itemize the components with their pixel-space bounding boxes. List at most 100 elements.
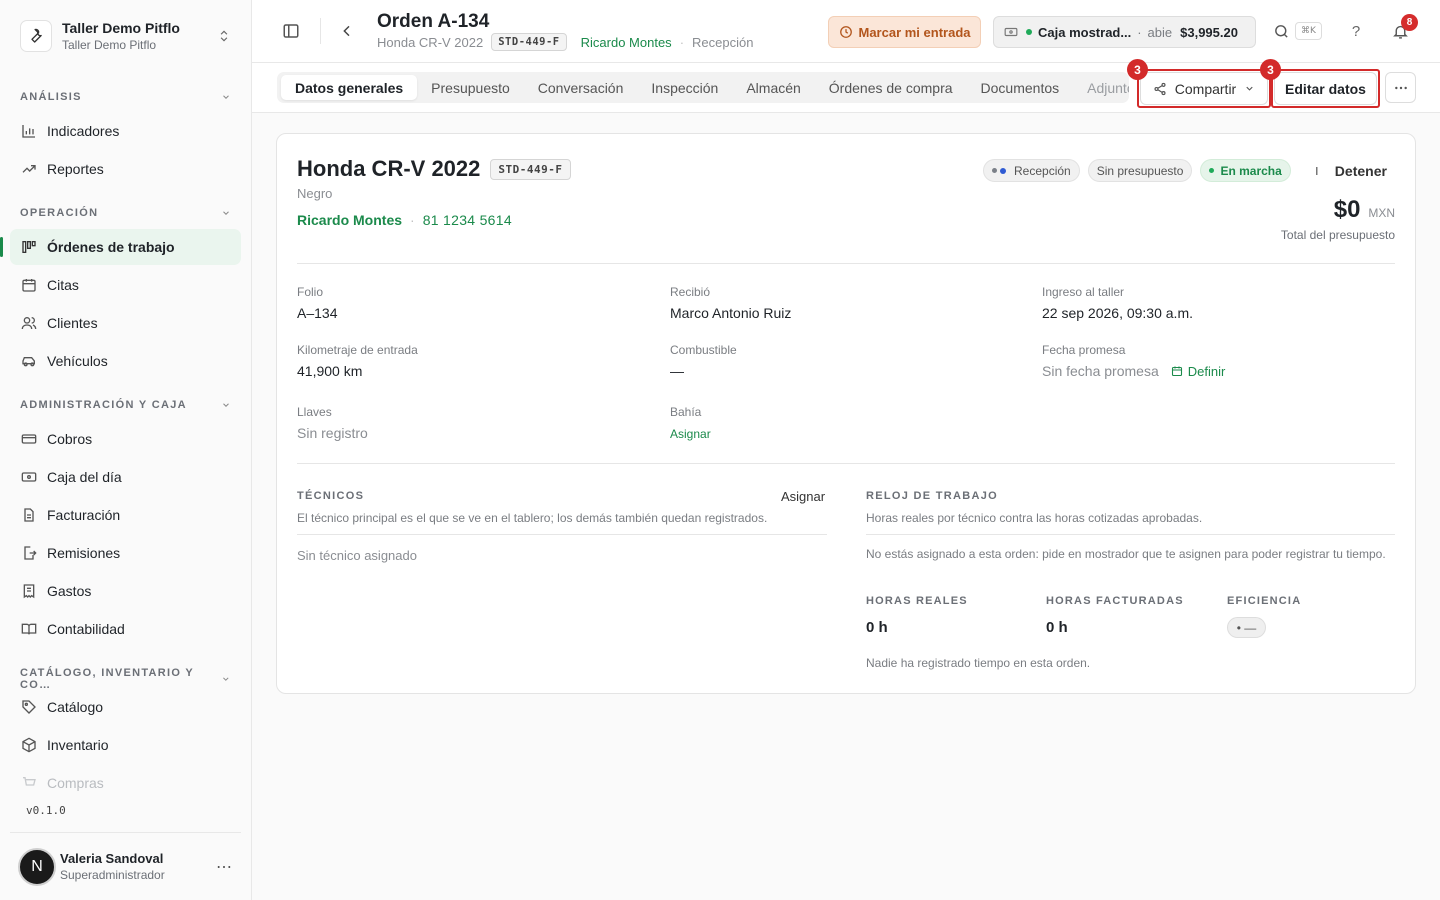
sidebar-toggle-icon[interactable] <box>276 16 306 46</box>
bar-chart-icon <box>20 123 37 140</box>
field-label: Ingreso al taller <box>1042 285 1125 299</box>
section-catalogo[interactable]: CATÁLOGO, INVENTARIO Y CO… <box>20 667 231 691</box>
sidebar: Taller Demo Pitflo Taller Demo Pitflo AN… <box>0 0 252 900</box>
plate-badge: STD-449-F <box>491 33 567 51</box>
phone-link[interactable]: 81 1234 5614 <box>423 212 512 228</box>
more-horizontal-icon[interactable] <box>1385 72 1416 103</box>
tab-documentos[interactable]: Documentos <box>967 75 1074 100</box>
wrench-icon <box>20 20 52 52</box>
stat-efficiency: EFICIENCIA • — <box>1227 595 1301 638</box>
mark-entry-button[interactable]: Marcar mi entrada <box>828 16 981 48</box>
cash-register-selector[interactable]: Caja mostrad... abie $3,995.20 <box>993 16 1256 48</box>
search-icon[interactable] <box>1266 16 1296 46</box>
sidebar-item-contabilidad[interactable]: Contabilidad <box>10 611 241 647</box>
stat-real-hours: HORAS REALES 0 h <box>866 595 968 636</box>
share-button[interactable]: Compartir <box>1140 72 1268 105</box>
divider <box>297 263 1395 264</box>
calendar-icon <box>20 277 37 294</box>
sidebar-item-inventario[interactable]: Inventario <box>10 727 241 763</box>
more-horizontal-icon[interactable]: ⋯ <box>216 857 233 877</box>
sidebar-item-label: Compras <box>47 775 104 791</box>
clock-notice: No estás asignado a esta orden: pide en … <box>866 547 1386 561</box>
stop-button[interactable]: Detener <box>1313 163 1387 179</box>
technicians-empty: Sin técnico asignado <box>297 548 417 563</box>
field-bahia: Bahía Asignar <box>670 405 711 441</box>
field-value: Sin registro <box>297 425 368 441</box>
field-label: Combustible <box>670 343 737 357</box>
tab-conversacion[interactable]: Conversación <box>524 75 638 100</box>
sidebar-item-caja[interactable]: Caja del día <box>10 459 241 495</box>
sidebar-item-label: Indicadores <box>47 123 120 139</box>
user-role: Superadministrador <box>60 868 165 882</box>
section-analisis[interactable]: ANÁLISIS <box>20 91 231 103</box>
sidebar-item-facturacion[interactable]: Facturación <box>10 497 241 533</box>
sidebar-item-label: Citas <box>47 277 79 293</box>
field-folio: Folio A–134 <box>297 285 337 321</box>
assign-bay-link[interactable]: Asignar <box>670 427 711 441</box>
running-badge: En marcha <box>1200 159 1291 182</box>
user-name: Valeria Sandoval <box>60 851 164 866</box>
vehicle-color: Negro <box>297 186 333 201</box>
sidebar-item-compras[interactable]: Compras <box>10 765 241 801</box>
chevron-down-icon <box>223 95 229 99</box>
tab-datos-generales[interactable]: Datos generales <box>281 75 418 100</box>
sidebar-item-label: Remisiones <box>47 545 121 561</box>
page-title: Orden A-134 <box>377 11 490 32</box>
tab-ordenes-compra[interactable]: Órdenes de compra <box>815 75 967 100</box>
cash-register-status: abie <box>1137 25 1173 40</box>
sidebar-item-label: Gastos <box>47 583 92 599</box>
sidebar-item-citas[interactable]: Citas <box>10 267 241 303</box>
tab-adjuntos[interactable]: Adjuntos <box>1073 75 1129 100</box>
field-fecha-promesa: Fecha promesa Sin fecha promesa Definir <box>1042 343 1225 379</box>
vehicle-contact: Ricardo Montes · 81 1234 5614 <box>297 212 512 228</box>
tab-presupuesto[interactable]: Presupuesto <box>417 75 524 100</box>
breadcrumb-stage: Recepción <box>692 34 754 50</box>
clock-description: Horas reales por técnico contra las hora… <box>866 511 1203 525</box>
divider <box>297 463 1395 464</box>
field-value: — <box>670 363 684 379</box>
sidebar-item-clientes[interactable]: Clientes <box>10 305 241 341</box>
tab-inspeccion[interactable]: Inspección <box>637 75 732 100</box>
sidebar-item-label: Facturación <box>47 507 121 523</box>
user-menu[interactable]: N Valeria Sandoval Superadministrador ⋯ <box>10 832 241 900</box>
status-dot <box>1209 168 1215 173</box>
help-icon[interactable]: ? <box>1341 16 1371 46</box>
sidebar-item-gastos[interactable]: Gastos <box>10 573 241 609</box>
sidebar-item-cobros[interactable]: Cobros <box>10 421 241 457</box>
field-value: Sin fecha promesa <box>1042 363 1159 379</box>
file-text-icon <box>20 507 37 524</box>
step-badge: 3 <box>1260 59 1281 80</box>
section-administracion[interactable]: ADMINISTRACIÓN Y CAJA <box>20 399 231 411</box>
sidebar-item-label: Vehículos <box>47 353 108 369</box>
cash-register-icon <box>1004 25 1018 39</box>
sidebar-item-catalogo[interactable]: Catálogo <box>10 689 241 725</box>
divider <box>866 534 1395 535</box>
tab-almacen[interactable]: Almacén <box>732 75 814 100</box>
field-value: A–134 <box>297 305 338 321</box>
sidebar-item-vehiculos[interactable]: Vehículos <box>10 343 241 379</box>
assign-technician-button[interactable]: Asignar <box>781 489 825 504</box>
section-operacion[interactable]: OPERACIÓN <box>20 207 231 219</box>
stat-value: 0 h <box>866 619 888 636</box>
back-chevron-icon[interactable] <box>332 16 362 46</box>
chevron-down-icon <box>1244 83 1255 94</box>
sidebar-item-reportes[interactable]: Reportes <box>10 151 241 187</box>
divider <box>320 18 321 44</box>
field-ingreso: Ingreso al taller 22 sep 2026, 09:30 a.m… <box>1042 285 1193 321</box>
breadcrumb-customer[interactable]: Ricardo Montes <box>581 35 672 50</box>
workspace-subtitle: Taller Demo Pitflo <box>62 38 157 52</box>
edit-data-button[interactable]: Editar datos <box>1274 72 1377 105</box>
sidebar-item-ordenes[interactable]: Órdenes de trabajo <box>0 229 241 265</box>
pause-icon <box>1313 165 1325 177</box>
app-version: v0.1.0 <box>26 804 66 817</box>
sidebar-item-remisiones[interactable]: Remisiones <box>10 535 241 571</box>
field-label: Folio <box>297 285 324 299</box>
status-dot <box>992 168 997 173</box>
sidebar-item-label: Clientes <box>47 315 98 331</box>
field-value: Marco Antonio Ruiz <box>670 305 792 321</box>
workspace-switcher[interactable]: Taller Demo Pitflo Taller Demo Pitflo <box>10 10 241 62</box>
customer-link[interactable]: Ricardo Montes <box>297 212 402 228</box>
sidebar-item-indicadores[interactable]: Indicadores <box>10 113 241 149</box>
technicians-description: El técnico principal es el que se ve en … <box>297 511 768 525</box>
define-date-button[interactable]: Definir <box>1171 364 1225 379</box>
